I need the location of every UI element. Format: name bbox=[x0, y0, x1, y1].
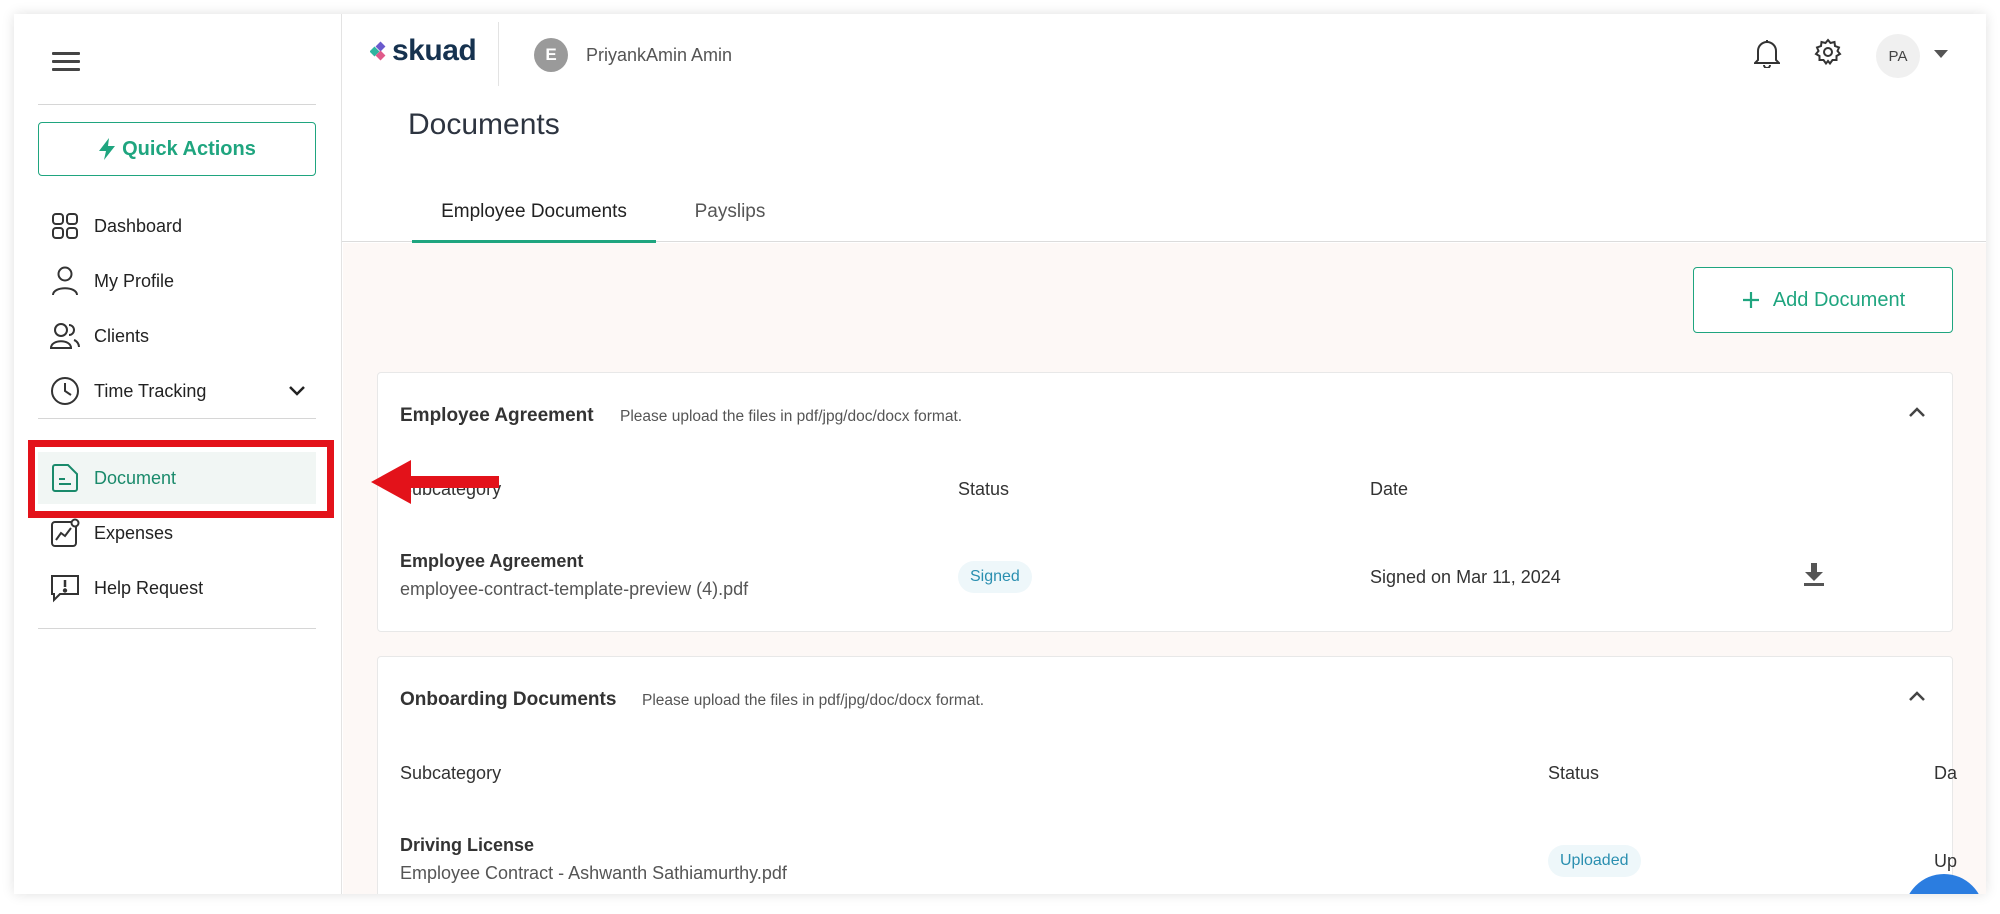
sidebar-item-time-tracking[interactable]: Time Tracking bbox=[38, 365, 316, 417]
skuad-logo[interactable]: skuad bbox=[370, 34, 477, 68]
tab-payslips[interactable]: Payslips bbox=[668, 182, 792, 242]
sidebar-item-label: My Profile bbox=[94, 270, 175, 291]
logo-text: skuad bbox=[392, 34, 477, 67]
sidebar-item-clients[interactable]: Clients bbox=[38, 310, 316, 362]
bell-icon[interactable] bbox=[1752, 38, 1782, 73]
sidebar-divider bbox=[38, 628, 316, 629]
clock-icon bbox=[50, 376, 80, 406]
sidebar-divider bbox=[38, 104, 316, 105]
sidebar: Quick Actions Dashboard My Profile Clien… bbox=[14, 14, 342, 894]
status-badge: Signed bbox=[958, 561, 1032, 593]
sidebar-item-document[interactable]: Document bbox=[38, 452, 316, 504]
user-icon bbox=[50, 266, 80, 296]
column-header-subcategory: Subcategory bbox=[400, 763, 502, 783]
sidebar-item-dashboard[interactable]: Dashboard bbox=[38, 200, 316, 252]
chevron-up-icon[interactable] bbox=[1908, 405, 1926, 423]
section-title: Onboarding Documents bbox=[400, 689, 617, 710]
quick-actions-label: Quick Actions bbox=[122, 137, 256, 160]
column-header-subcategory: Subcategory bbox=[400, 479, 502, 499]
hamburger-menu-icon[interactable] bbox=[52, 52, 80, 74]
user-avatar[interactable]: PA bbox=[1876, 34, 1920, 78]
sidebar-item-label: Help Request bbox=[94, 577, 204, 598]
sidebar-item-label: Document bbox=[94, 467, 177, 488]
add-document-label: Add Document bbox=[1772, 288, 1906, 311]
quick-actions-button[interactable]: Quick Actions bbox=[38, 122, 316, 176]
help-icon bbox=[50, 573, 80, 603]
download-icon[interactable] bbox=[1802, 561, 1826, 592]
chevron-up-icon[interactable] bbox=[1908, 689, 1926, 707]
column-header-date: Da bbox=[1934, 763, 1958, 783]
employee-agreement-section: Employee Agreement Please upload the fil… bbox=[377, 372, 1953, 632]
sidebar-item-my-profile[interactable]: My Profile bbox=[38, 255, 316, 307]
sidebar-item-label: Expenses bbox=[94, 522, 174, 543]
page-title: Documents bbox=[408, 108, 560, 141]
logo-mark-icon bbox=[370, 41, 386, 61]
grid-icon bbox=[50, 211, 80, 241]
document-icon bbox=[50, 463, 80, 493]
tab-employee-documents[interactable]: Employee Documents bbox=[412, 182, 656, 244]
entity-name[interactable]: PriyankAmin Amin bbox=[586, 45, 732, 66]
entity-avatar[interactable]: E bbox=[534, 38, 568, 72]
row-date: Up bbox=[1934, 851, 1958, 871]
row-file-name[interactable]: employee-contract-template-preview (4).p… bbox=[400, 579, 748, 600]
clients-icon bbox=[50, 321, 80, 351]
section-hint: Please upload the files in pdf/jpg/doc/d… bbox=[620, 408, 963, 425]
sidebar-divider bbox=[38, 418, 316, 419]
sidebar-item-label: Dashboard bbox=[94, 215, 183, 236]
row-file-name[interactable]: Employee Contract - Ashwanth Sathiamurth… bbox=[400, 863, 787, 884]
row-title: Driving License bbox=[400, 835, 535, 855]
sidebar-item-expenses[interactable]: Expenses bbox=[38, 507, 316, 559]
gear-icon[interactable] bbox=[1814, 38, 1842, 71]
header-divider bbox=[498, 22, 499, 86]
chevron-down-icon[interactable] bbox=[288, 381, 306, 402]
column-header-status: Status bbox=[958, 479, 1010, 499]
main-content: Add Document Employee Agreement Please u… bbox=[343, 243, 1986, 894]
column-header-status: Status bbox=[1548, 763, 1600, 783]
section-title: Employee Agreement bbox=[400, 405, 594, 426]
expenses-icon bbox=[50, 518, 80, 548]
sidebar-item-help-request[interactable]: Help Request bbox=[38, 562, 316, 614]
column-header-date: Date bbox=[1370, 479, 1409, 499]
caret-down-icon[interactable] bbox=[1934, 50, 1948, 58]
document-tabs: Employee Documents Payslips bbox=[342, 182, 1986, 244]
row-title: Employee Agreement bbox=[400, 551, 584, 571]
sidebar-item-label: Time Tracking bbox=[94, 380, 207, 401]
top-header: skuad E PriyankAmin Amin PA bbox=[342, 14, 1986, 96]
lightning-icon bbox=[99, 138, 116, 160]
status-badge: Uploaded bbox=[1548, 845, 1641, 877]
sidebar-item-label: Clients bbox=[94, 325, 150, 346]
section-hint: Please upload the files in pdf/jpg/doc/d… bbox=[642, 692, 985, 709]
row-date: Signed on Mar 11, 2024 bbox=[1370, 567, 1561, 587]
plus-icon bbox=[1742, 292, 1759, 308]
add-document-button[interactable]: Add Document bbox=[1693, 267, 1953, 333]
app-window: Quick Actions Dashboard My Profile Clien… bbox=[14, 14, 1986, 894]
onboarding-documents-section: Onboarding Documents Please upload the f… bbox=[377, 656, 1957, 894]
